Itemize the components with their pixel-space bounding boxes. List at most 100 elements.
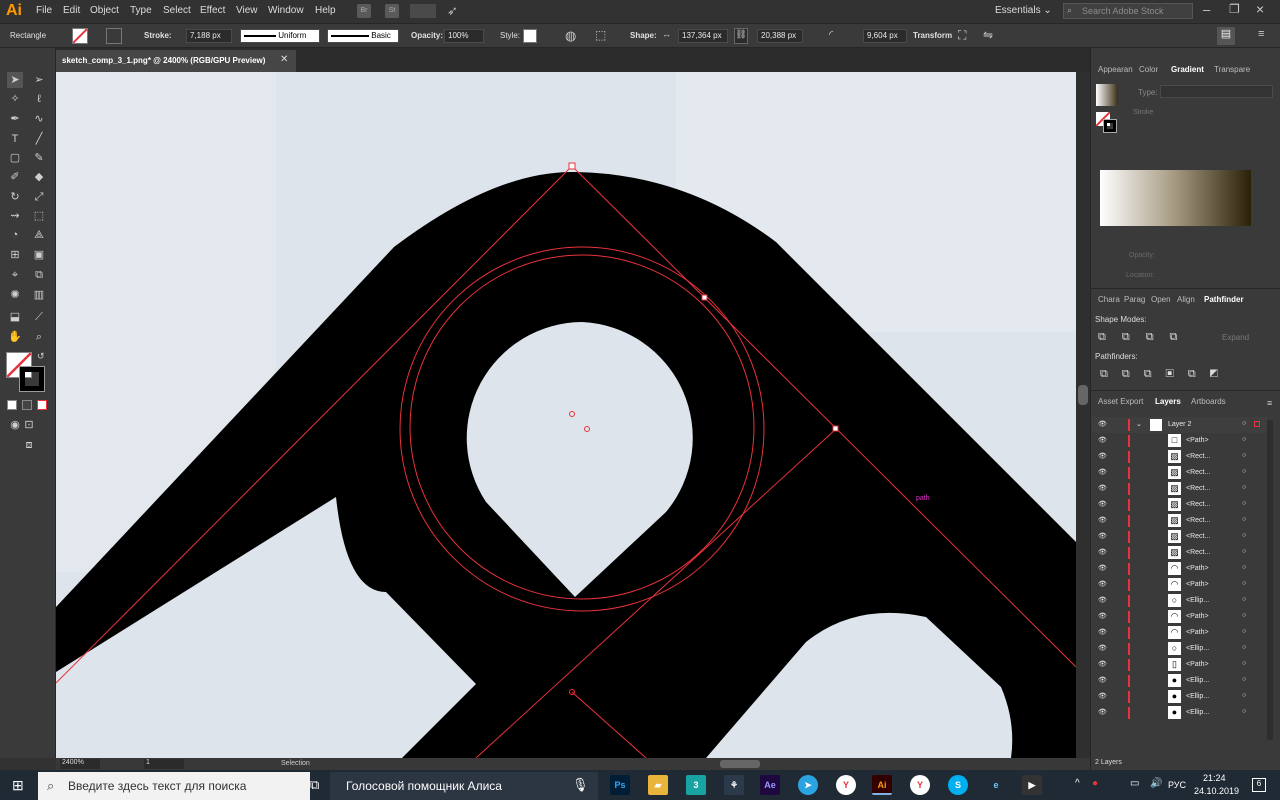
visibility-icon[interactable]: 👁 bbox=[1098, 628, 1107, 636]
shape-mode-buttons[interactable]: ⧉⧉⧉⧉ bbox=[1098, 331, 1193, 344]
stock-search-input[interactable]: Search Adobe Stock bbox=[1063, 3, 1193, 19]
clock-time[interactable]: 21:24 bbox=[1203, 773, 1226, 783]
tab-character[interactable]: Chara bbox=[1098, 295, 1120, 304]
visibility-icon[interactable]: 👁 bbox=[1098, 516, 1107, 524]
yandex-browser-icon[interactable]: Y bbox=[836, 775, 856, 795]
tray-chevron-icon[interactable]: ^ bbox=[1075, 778, 1080, 789]
visibility-icon[interactable]: 👁 bbox=[1098, 692, 1107, 700]
clock-date[interactable]: 24.10.2019 bbox=[1194, 786, 1239, 796]
stock-button[interactable]: St bbox=[385, 4, 399, 18]
tab-transparency[interactable]: Transpare bbox=[1214, 65, 1250, 74]
volume-icon[interactable]: 🔊 bbox=[1150, 778, 1162, 789]
layers-scrollbar[interactable] bbox=[1267, 420, 1273, 740]
file-explorer-icon[interactable]: ▰ bbox=[648, 775, 668, 795]
layer-row[interactable]: 👁 ▨ <Rect... ○ bbox=[1092, 465, 1268, 481]
zoom-tool-icon[interactable]: ⌕ bbox=[31, 329, 47, 345]
visibility-icon[interactable]: 👁 bbox=[1098, 420, 1107, 428]
hand-tool-icon[interactable]: ✋ bbox=[7, 329, 23, 345]
gpu-performance-icon[interactable]: ➶ bbox=[447, 3, 458, 19]
visibility-icon[interactable]: 👁 bbox=[1098, 436, 1107, 444]
eraser-icon[interactable]: ◆ bbox=[31, 169, 47, 185]
menu-object[interactable]: Object bbox=[90, 5, 119, 16]
eyedropper-icon[interactable]: ⌖ bbox=[7, 267, 23, 283]
layer-row[interactable]: 👁 ● <Ellip... ○ bbox=[1092, 689, 1268, 705]
shape-width-input[interactable]: 137,364 px bbox=[678, 29, 728, 43]
draw-behind-icon[interactable]: ⊡ bbox=[21, 417, 37, 433]
graph-tool-icon[interactable]: ▥ bbox=[31, 287, 47, 303]
fill-swatch[interactable] bbox=[72, 28, 88, 44]
edge-app-icon[interactable]: e bbox=[986, 775, 1006, 795]
tab-pathfinder[interactable]: Pathfinder bbox=[1204, 295, 1244, 304]
artboard-tool-icon[interactable]: ⬓ bbox=[7, 309, 23, 325]
artboard-navigator[interactable]: 1 bbox=[144, 759, 184, 769]
transform-options-icon[interactable]: ⇋ bbox=[983, 28, 993, 42]
gradient-preview-swatch[interactable] bbox=[1096, 84, 1118, 106]
visibility-icon[interactable]: 👁 bbox=[1098, 596, 1107, 604]
menu-window[interactable]: Window bbox=[268, 5, 304, 16]
illustrator-app-icon[interactable]: Ai bbox=[872, 775, 892, 795]
gradient-type-select[interactable] bbox=[1160, 85, 1273, 98]
voice-assistant-bar[interactable]: Голосовой помощник Алиса bbox=[330, 772, 598, 800]
layer-row[interactable]: 👁 ▨ <Rect... ○ bbox=[1092, 481, 1268, 497]
microphone-icon[interactable]: 🎙 bbox=[572, 777, 589, 793]
horizontal-scrollbar-thumb[interactable] bbox=[720, 760, 760, 768]
visibility-icon[interactable]: 👁 bbox=[1098, 468, 1107, 476]
tray-app-icon[interactable]: ● bbox=[1092, 778, 1098, 789]
slice-tool-icon[interactable]: ⟋ bbox=[31, 309, 47, 325]
chevron-down-icon[interactable]: ⌄ bbox=[1136, 420, 1142, 428]
brush-definition[interactable]: Basic bbox=[327, 29, 399, 43]
pen-tool-icon[interactable]: ✒ bbox=[7, 111, 23, 127]
after-effects-app-icon[interactable]: Ae bbox=[760, 775, 780, 795]
fusion-app-icon[interactable]: ⚘ bbox=[724, 775, 744, 795]
vertical-scrollbar[interactable] bbox=[1076, 72, 1090, 758]
menu-effect[interactable]: Effect bbox=[200, 5, 225, 16]
video-editor-icon[interactable]: ▶ bbox=[1022, 775, 1042, 795]
target-icon[interactable]: ○ bbox=[1242, 516, 1246, 523]
scale-tool-icon[interactable]: ⤢ bbox=[31, 189, 47, 205]
shaper-tool-icon[interactable]: ✐ bbox=[7, 169, 23, 185]
perspective-grid-icon[interactable]: ⟁ bbox=[31, 227, 47, 243]
tab-gradient[interactable]: Gradient bbox=[1171, 65, 1204, 74]
telegram-app-icon[interactable]: ➤ bbox=[798, 775, 818, 795]
target-icon[interactable]: ○ bbox=[1242, 420, 1246, 427]
layer-row[interactable]: 👁 ● <Ellip... ○ bbox=[1092, 705, 1268, 721]
gradient-tool-icon[interactable]: ▣ bbox=[31, 247, 47, 263]
layer-row-parent[interactable]: 👁 ⌄ Layer 2 ○ bbox=[1092, 417, 1268, 433]
tab-align[interactable]: Align bbox=[1177, 295, 1195, 304]
layer-row[interactable]: 👁 ○ <Ellip... ○ bbox=[1092, 593, 1268, 609]
panel-toggle-icon[interactable]: ▤ bbox=[1217, 27, 1235, 45]
visibility-icon[interactable]: 👁 bbox=[1098, 532, 1107, 540]
stroke-color-box[interactable] bbox=[19, 366, 45, 392]
menu-type[interactable]: Type bbox=[130, 5, 152, 16]
tab-color[interactable]: Color bbox=[1139, 65, 1158, 74]
swap-colors-icon[interactable]: ↺ bbox=[37, 351, 45, 362]
target-icon[interactable]: ○ bbox=[1242, 532, 1246, 539]
magic-wand-icon[interactable]: ✧ bbox=[7, 91, 23, 107]
width-tool-icon[interactable]: ⇝ bbox=[7, 208, 23, 224]
paintbrush-icon[interactable]: ✎ bbox=[31, 150, 47, 166]
gradient-slider[interactable] bbox=[1100, 170, 1251, 226]
visibility-icon[interactable]: 👁 bbox=[1098, 500, 1107, 508]
language-indicator[interactable]: РУС bbox=[1168, 780, 1186, 790]
arrange-documents-button[interactable] bbox=[410, 4, 436, 18]
tab-asset-export[interactable]: Asset Export bbox=[1098, 397, 1143, 406]
transform-link[interactable]: Transform bbox=[913, 31, 952, 40]
visibility-icon[interactable]: 👁 bbox=[1098, 564, 1107, 572]
expand-button[interactable]: Expand bbox=[1222, 333, 1249, 342]
type-tool-icon[interactable]: T bbox=[7, 131, 23, 147]
tab-paragraph[interactable]: Parag bbox=[1124, 295, 1145, 304]
pathfinder-buttons[interactable]: ⧉⧉⧉▣⧉◩ bbox=[1100, 368, 1232, 381]
windows-start-icon[interactable]: ⊞ bbox=[12, 777, 24, 794]
shape-builder-icon[interactable]: ◔ bbox=[7, 227, 23, 243]
lasso-icon[interactable]: ℓ bbox=[31, 91, 47, 107]
tab-layers[interactable]: Layers bbox=[1155, 397, 1181, 406]
visibility-icon[interactable]: 👁 bbox=[1098, 484, 1107, 492]
layer-row[interactable]: 👁 ◠ <Path> ○ bbox=[1092, 625, 1268, 641]
target-icon[interactable]: ○ bbox=[1242, 596, 1246, 603]
direct-selection-tool-icon[interactable]: ➢ bbox=[31, 72, 47, 88]
layer-row[interactable]: 👁 ▨ <Rect... ○ bbox=[1092, 513, 1268, 529]
blend-tool-icon[interactable]: ⧉ bbox=[31, 267, 47, 283]
recolor-artwork-icon[interactable]: ◍ bbox=[565, 28, 576, 44]
target-icon[interactable]: ○ bbox=[1242, 692, 1246, 699]
color-mode-icon[interactable] bbox=[7, 400, 17, 410]
